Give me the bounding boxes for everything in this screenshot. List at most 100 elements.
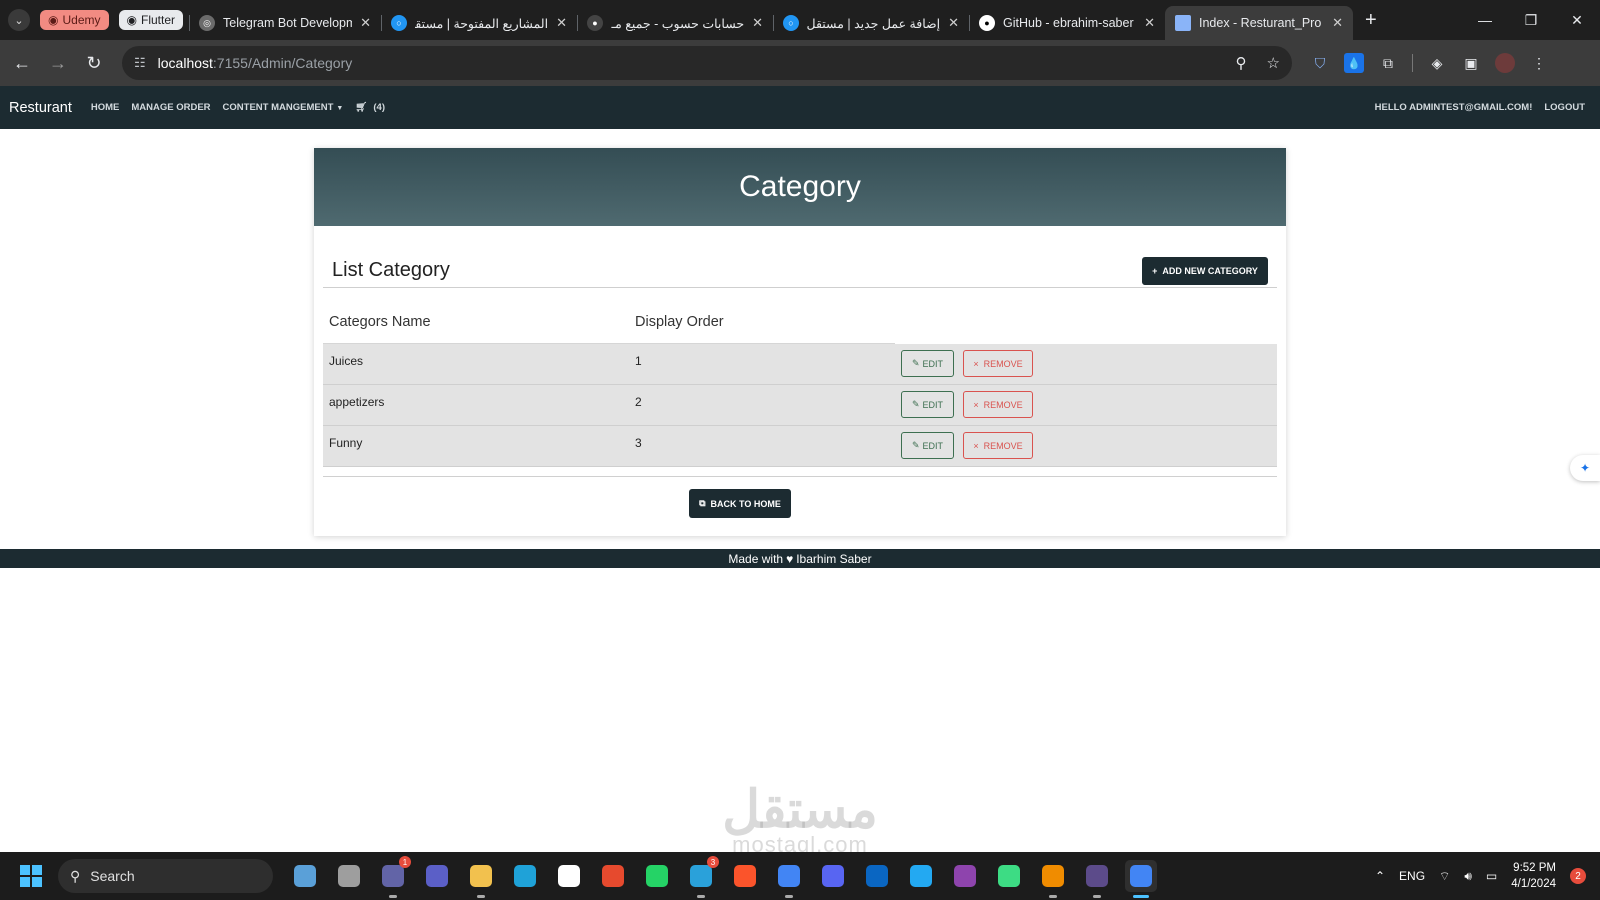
edit-button[interactable]: ✎ EDIT xyxy=(901,350,954,377)
category-name: appetizers xyxy=(329,395,385,409)
browser-tab[interactable]: ● حسابات حسوب - جميع مـ ✕ xyxy=(577,6,773,40)
back-to-home-button[interactable]: ⧉ BACK TO HOME xyxy=(689,489,791,518)
restore-icon[interactable]: ❐ xyxy=(1508,12,1554,29)
address-bar[interactable]: ☷ localhost:7155/Admin/Category ⚲ ☆ xyxy=(122,46,1292,80)
copy-icon: ⧉ xyxy=(699,498,706,508)
tab-group-flutter[interactable]: ◉ Flutter xyxy=(118,10,183,30)
close-window-icon[interactable]: ✕ xyxy=(1554,12,1600,29)
forward-arrow-icon[interactable]: → xyxy=(40,45,76,81)
tab-title: إضافة عمل جديد | مستقل xyxy=(807,16,941,31)
close-tab-icon[interactable]: ✕ xyxy=(360,15,371,31)
pencil-icon: ✎ xyxy=(911,440,920,450)
nav-content-management[interactable]: CONTENT MANGEMENT ▼ xyxy=(223,102,344,113)
browser-tab[interactable]: ◎ Telegram Bot Developm ✕ xyxy=(189,6,381,40)
edge-app-icon[interactable] xyxy=(509,860,541,892)
edit-button[interactable]: ✎ EDIT xyxy=(901,432,954,459)
whatsapp-icon xyxy=(646,865,668,887)
reload-icon[interactable]: ↻ xyxy=(76,45,112,81)
watermark-arabic: مستقل xyxy=(722,781,878,839)
meet-app-icon[interactable] xyxy=(421,860,453,892)
chevron-up-icon[interactable]: ⌃ xyxy=(1375,869,1385,883)
shield-extension-icon[interactable]: ⛉ xyxy=(1310,53,1330,73)
browser-tab[interactable]: ○ المشاريع المفتوحة | مستقل ✕ xyxy=(381,6,577,40)
taskbar-apps: 13 xyxy=(289,856,1157,898)
linkedin-app-icon[interactable] xyxy=(861,860,893,892)
brave-app-icon[interactable] xyxy=(729,860,761,892)
vscode-app-icon[interactable] xyxy=(905,860,937,892)
nav-user-greeting[interactable]: HELLO ADMINTEST@GMAIL.COM! xyxy=(1375,102,1533,113)
side-panel-icon[interactable]: ▣ xyxy=(1461,53,1481,73)
chrome-menu-icon[interactable]: ⋮ xyxy=(1529,53,1549,73)
browser-tab[interactable]: ● GitHub - ebrahim-saber ✕ xyxy=(969,6,1165,40)
close-tab-icon[interactable]: ✕ xyxy=(556,15,567,31)
category-card: Category List Category + ADD NEW CATEGOR… xyxy=(314,148,1286,536)
category-name: Funny xyxy=(329,436,363,450)
battery-icon[interactable]: ▭ xyxy=(1486,869,1497,883)
zoom-icon[interactable]: ⚲ xyxy=(1236,54,1247,72)
close-tab-icon[interactable]: ✕ xyxy=(752,15,763,31)
store-app-icon[interactable] xyxy=(553,860,585,892)
edit-label: EDIT xyxy=(922,440,944,451)
chrome-active-app-icon[interactable] xyxy=(1125,860,1157,898)
explorer-icon xyxy=(470,865,492,887)
site-info-icon[interactable]: ☷ xyxy=(134,55,146,71)
file-manager-app-icon[interactable] xyxy=(333,860,365,892)
minimize-icon[interactable]: — xyxy=(1462,12,1508,29)
nav-cart[interactable]: 🛒︎ (4) xyxy=(355,102,385,113)
performance-icon[interactable]: ◈ xyxy=(1427,53,1447,73)
chrome-app-icon[interactable] xyxy=(773,860,805,898)
language-indicator[interactable]: ENG xyxy=(1399,869,1425,883)
close-tab-icon[interactable]: ✕ xyxy=(1144,15,1155,31)
remove-button[interactable]: × REMOVE xyxy=(963,350,1033,377)
list-title: List Category xyxy=(332,259,450,281)
explorer-app-icon[interactable] xyxy=(465,860,497,898)
git-app-icon[interactable] xyxy=(597,860,629,892)
clock[interactable]: 9:52 PM 4/1/2024 xyxy=(1511,860,1556,892)
meet-icon xyxy=(426,865,448,887)
terminal-app-icon[interactable] xyxy=(1081,860,1113,898)
browser-tab-active[interactable]: Index - Resturant_Pro ✕ xyxy=(1165,6,1353,40)
teams-app-icon[interactable]: 1 xyxy=(377,856,411,898)
windows-start-icon[interactable] xyxy=(20,865,42,887)
add-new-category-button[interactable]: + ADD NEW CATEGORY xyxy=(1142,257,1268,285)
tab-group-udemy[interactable]: ◉ Udemy xyxy=(40,10,109,30)
remove-button[interactable]: × REMOVE xyxy=(963,391,1033,418)
tab-search-icon[interactable]: ⌄ xyxy=(8,9,30,31)
pencil-icon: ✎ xyxy=(911,399,920,409)
close-tab-icon[interactable]: ✕ xyxy=(1332,15,1343,31)
back-arrow-icon[interactable]: ← xyxy=(4,45,40,81)
brand-link[interactable]: Resturant xyxy=(9,100,72,116)
nav-manage-order[interactable]: MANAGE ORDER xyxy=(131,102,210,113)
new-tab-button[interactable]: + xyxy=(1365,9,1377,32)
discord-app-icon[interactable] xyxy=(817,860,849,892)
browser-toolbar: ← → ↻ ☷ localhost:7155/Admin/Category ⚲ … xyxy=(0,40,1600,86)
edit-button[interactable]: ✎ EDIT xyxy=(901,391,954,418)
android-studio-app-icon[interactable] xyxy=(993,860,1025,892)
window-controls: — ❐ ✕ xyxy=(1462,12,1600,29)
url-host: localhost xyxy=(157,55,213,71)
assistant-widget-icon[interactable]: ✦ xyxy=(1570,455,1600,481)
visual-studio-app-icon[interactable] xyxy=(949,860,981,892)
android-studio-icon xyxy=(998,865,1020,887)
taskbar-search[interactable]: ⚲ Search xyxy=(58,859,273,893)
wifi-icon[interactable]: ⌔ xyxy=(1439,869,1450,884)
profile-avatar[interactable] xyxy=(1495,53,1515,73)
drop-extension-icon[interactable]: 💧 xyxy=(1344,53,1364,73)
remove-button[interactable]: × REMOVE xyxy=(963,432,1033,459)
bookmark-star-icon[interactable]: ☆ xyxy=(1267,54,1280,72)
whatsapp-app-icon[interactable] xyxy=(641,860,673,892)
table-row: appetizers 2 ✎ EDIT × REMOVE xyxy=(323,385,1277,426)
search-icon: ⚲ xyxy=(70,867,81,884)
notification-badge[interactable]: 2 xyxy=(1570,868,1586,884)
back-button-label: BACK TO HOME xyxy=(710,498,781,509)
tab-title: المشاريع المفتوحة | مستقل xyxy=(415,16,549,31)
vlc-app-icon[interactable] xyxy=(1037,860,1069,898)
browser-tab[interactable]: ○ إضافة عمل جديد | مستقل ✕ xyxy=(773,6,969,40)
nav-home[interactable]: HOME xyxy=(91,102,120,113)
extensions-puzzle-icon[interactable]: ⧉ xyxy=(1378,53,1398,73)
telegram-app-icon[interactable]: 3 xyxy=(685,856,719,898)
nav-logout[interactable]: LOGOUT xyxy=(1544,102,1585,113)
weather-app-icon[interactable] xyxy=(289,860,321,892)
close-tab-icon[interactable]: ✕ xyxy=(948,15,959,31)
volume-icon[interactable]: 🔊︎ xyxy=(1464,869,1472,884)
